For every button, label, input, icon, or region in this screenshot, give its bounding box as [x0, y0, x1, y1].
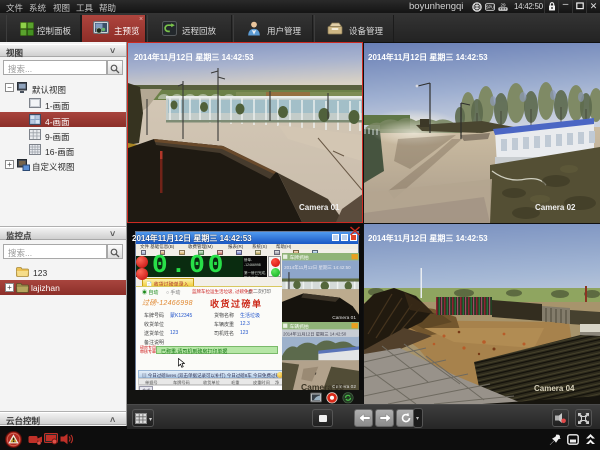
svg-text:Camera 04: Camera 04	[534, 384, 575, 393]
svg-text:2014年11月12日 星期三 14:42:53: 2014年11月12日 星期三 14:42:53	[134, 52, 254, 62]
svg-text:Camera 02: Camera 02	[535, 203, 576, 212]
svg-text:车辆抓拍: 车辆抓拍	[289, 323, 308, 330]
svg-text:Camera 01: Camera 01	[299, 203, 340, 212]
svg-text:车牌抓拍: 车牌抓拍	[289, 254, 308, 261]
svg-text:2014年11月12日 星期三 14:42:53: 2014年11月12日 星期三 14:42:53	[368, 52, 488, 62]
svg-text:2014年11月12日 星期三 14:42:50: 2014年11月12日 星期三 14:42:50	[283, 330, 347, 337]
svg-text:Camera 01: Camera 01	[332, 315, 356, 321]
svg-text:2014年11月12日 星期三 14:42:50: 2014年11月12日 星期三 14:42:50	[284, 264, 351, 271]
svg-text:SPU: SPU	[486, 5, 495, 10]
svg-text:29: 29	[500, 3, 506, 8]
svg-text:2014年11月12日 星期三 14:42:53: 2014年11月12日 星期三 14:42:53	[368, 233, 488, 243]
